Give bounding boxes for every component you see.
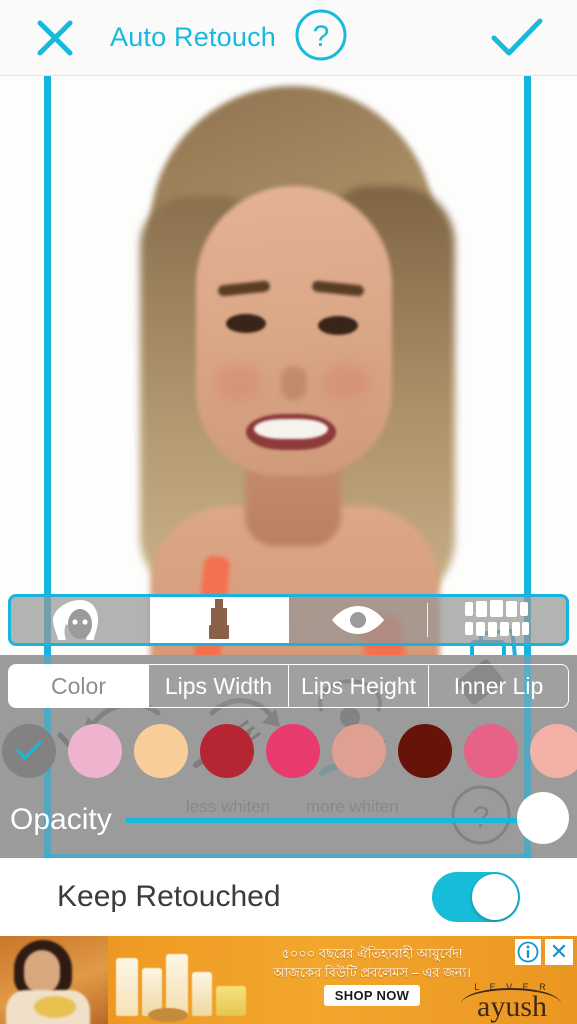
tab-lips-width[interactable]: Lips Width (148, 665, 288, 707)
ad-close-icon[interactable]: ✕ (545, 939, 573, 965)
tool-face[interactable] (11, 597, 150, 643)
help-button[interactable]: ? (292, 6, 350, 69)
svg-text:?: ? (313, 20, 330, 53)
auto-retouch-screen: Auto Retouch ? less whiten more whiten C… (0, 0, 577, 1024)
tool-eyes[interactable] (289, 597, 428, 643)
tab-lips-height[interactable]: Lips Height (288, 665, 428, 707)
opacity-slider-knob[interactable] (517, 792, 569, 844)
swatch-color-1[interactable] (134, 724, 188, 778)
tool-teeth[interactable] (427, 597, 566, 643)
done-button[interactable] (457, 14, 577, 62)
ad-brand-logo: L E V E R ayush (453, 982, 571, 1022)
opacity-slider[interactable] (125, 790, 577, 850)
opacity-slider-track (125, 818, 563, 823)
opacity-control: Opacity (0, 787, 577, 853)
swatch-none[interactable] (2, 724, 56, 778)
help-question-icon: ? (295, 9, 347, 61)
keep-retouched-label: Keep Retouched (57, 880, 281, 913)
face-woman-icon (53, 600, 99, 640)
toggle-knob (472, 874, 518, 920)
color-swatch-list[interactable] (0, 718, 577, 784)
swatch-color-0[interactable] (68, 724, 122, 778)
ad-line-1: ৫০০০ বছরের ঐতিহ্যবাহী আয়ুর্বেদ! (281, 946, 463, 961)
ad-copy: ৫০০০ বছরের ঐতিহ্যবাহী আয়ুর্বেদ! আজকের ব… (272, 944, 472, 1006)
tab-color[interactable]: Color (9, 665, 148, 707)
ad-banner[interactable]: ৫০০০ বছরের ঐতিহ্যবাহী আয়ুর্বেদ! আজকের ব… (0, 936, 577, 1024)
checkmark-icon (491, 18, 543, 55)
swatch-color-4[interactable] (332, 724, 386, 778)
teeth-icon (464, 600, 529, 637)
keep-retouched-row: Keep Retouched (0, 858, 577, 936)
keep-retouched-toggle[interactable] (432, 872, 520, 922)
swatch-color-7[interactable] (530, 724, 577, 778)
ad-product-image (112, 942, 262, 1022)
tab-inner-lip[interactable]: Inner Lip (428, 665, 568, 707)
close-x-icon (37, 20, 73, 55)
swatch-color-2[interactable] (200, 724, 254, 778)
swatch-color-3[interactable] (266, 724, 320, 778)
swatch-color-6[interactable] (464, 724, 518, 778)
lipstick-icon (209, 599, 230, 639)
swatch-color-5[interactable] (398, 724, 452, 778)
retouch-toolbar (8, 594, 569, 646)
option-tabs: Color Lips Width Lips Height Inner Lip (8, 664, 569, 708)
tool-lips[interactable] (149, 597, 289, 643)
eye-icon (331, 606, 384, 634)
ad-info-icon[interactable] (515, 939, 541, 965)
ad-line-2: আজকের বিউটি প্রবলেমস – এর জন্য। (273, 965, 471, 980)
app-header: Auto Retouch ? (0, 0, 577, 76)
options-panel: ? less whiten more whiten Color Lips Wid… (0, 655, 577, 858)
ad-model-image (0, 936, 108, 1024)
check-icon (16, 741, 42, 760)
opacity-label: Opacity (10, 803, 112, 836)
ad-shop-now-button[interactable]: SHOP NOW (323, 985, 421, 1006)
close-button[interactable] (0, 15, 110, 61)
page-title: Auto Retouch (110, 22, 277, 52)
